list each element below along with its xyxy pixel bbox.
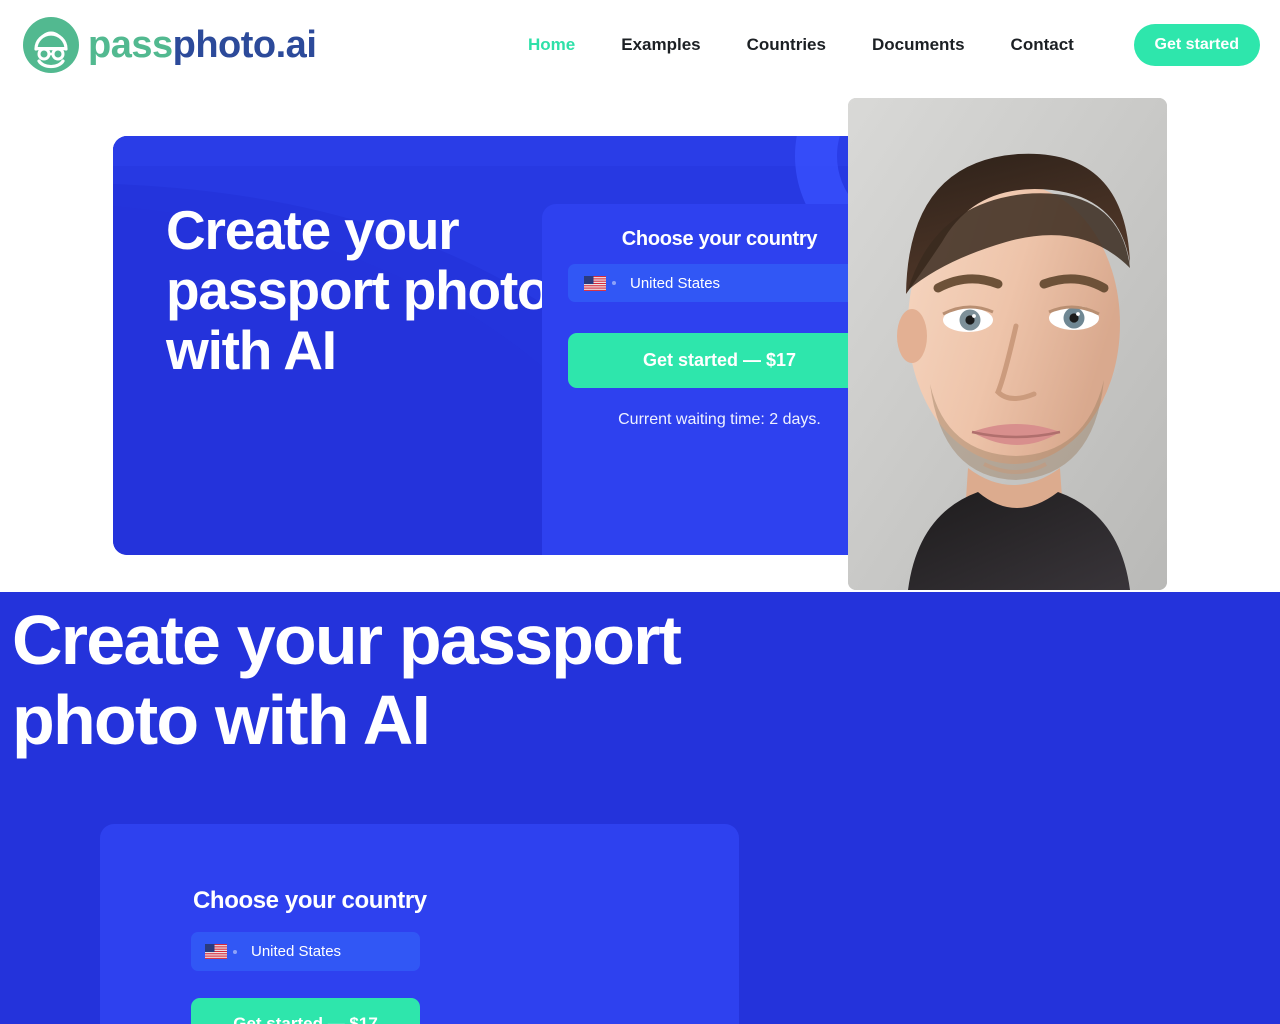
waiting-time-text: Current waiting time: 2 days. — [618, 411, 821, 428]
hero-card: Create your passport photo with AI Choos… — [113, 136, 948, 555]
portrait-illustration — [848, 98, 1167, 590]
brand-wordmark: passphoto.ai — [88, 24, 317, 66]
overflow-panel-title: Choose your country — [193, 887, 427, 914]
brand-name-part2: photo.ai — [172, 24, 317, 66]
select-separator-dot — [233, 949, 237, 954]
site-header: passphoto.ai Home Examples Countries Doc… — [0, 0, 1280, 90]
overflow-country-value: United States — [251, 943, 342, 960]
nav-item-countries[interactable]: Countries — [724, 30, 849, 60]
nav-item-home[interactable]: Home — [505, 30, 598, 60]
overflow-get-started-price-button[interactable]: Get started — $17 — [191, 998, 420, 1024]
nav-item-examples[interactable]: Examples — [598, 30, 723, 60]
us-flag-icon — [584, 275, 606, 291]
hero-get-started-price-button[interactable]: Get started — $17 — [568, 333, 871, 388]
overflow-section-title: Create your passport photo with AI — [12, 601, 682, 759]
us-flag-icon — [205, 944, 227, 959]
panel-title: Choose your country — [621, 228, 818, 250]
nav-get-started-button[interactable]: Get started — [1133, 24, 1260, 66]
overflow-country-panel: Choose your country United States Get st… — [100, 824, 739, 1024]
brand-name-part1: pass — [88, 24, 173, 66]
hero-title: Create your passport photo with AI — [166, 199, 551, 381]
passport-portrait-photo — [848, 98, 1167, 590]
main-nav: Home Examples Countries Documents Contac… — [505, 30, 1097, 60]
nav-item-contact[interactable]: Contact — [988, 30, 1097, 60]
nav-item-documents[interactable]: Documents — [849, 30, 988, 60]
country-value: United States — [630, 274, 721, 292]
overflow-blue-section: Create your passport photo with AI Choos… — [0, 592, 1280, 1024]
country-select[interactable]: United States — [568, 264, 871, 302]
passport-face-icon — [23, 17, 79, 73]
select-separator-dot — [612, 281, 616, 285]
overflow-country-select[interactable]: United States — [191, 932, 420, 971]
brand-logo[interactable]: passphoto.ai — [22, 16, 317, 74]
page-root: passphoto.ai Home Examples Countries Doc… — [0, 0, 1280, 1024]
hero-country-panel: Choose your country United States Get st… — [542, 204, 897, 555]
